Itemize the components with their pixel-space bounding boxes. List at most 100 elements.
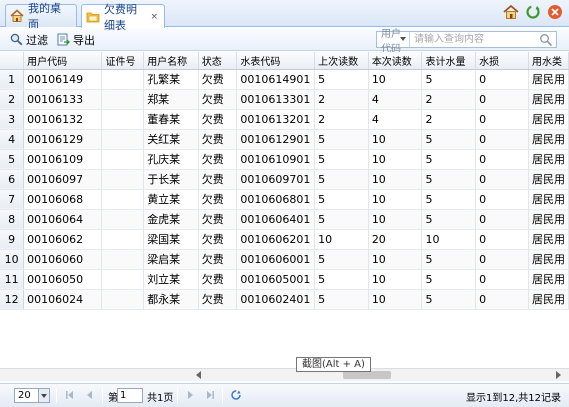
- refresh-icon[interactable]: [230, 389, 242, 401]
- table-cell: 欠费: [198, 269, 238, 290]
- record-info: 显示1到12,共12记录: [466, 393, 561, 404]
- page-total: 共1页: [147, 393, 174, 404]
- first-page-icon[interactable]: [65, 390, 75, 400]
- table-cell: 0: [475, 289, 530, 310]
- filter-label: 过滤: [26, 33, 48, 47]
- data-grid: 用户代码 证件号 用户名称 状态 水表代码 上次读数 本次读数 表计水量 水损 用水类 1 0010…: [0, 52, 569, 368]
- table-cell: [101, 269, 145, 290]
- column-header[interactable]: 本次读数: [368, 52, 423, 70]
- table-cell: 欠费: [198, 149, 238, 170]
- table-row[interactable]: 9 00106062 梁国某 欠费 0010606201 10 20 10 0 居民用: [0, 229, 569, 250]
- table-cell: [101, 129, 145, 150]
- column-header[interactable]: 水损: [475, 52, 530, 70]
- table-cell: 0: [475, 249, 530, 270]
- table-cell: 欠费: [198, 289, 238, 310]
- table-cell: 00106109: [23, 149, 103, 170]
- table-cell: 董春某: [143, 109, 199, 130]
- table-cell: 欠费: [198, 129, 238, 150]
- filter-button[interactable]: 过滤: [10, 31, 48, 48]
- table-cell: 欠费: [198, 109, 238, 130]
- search-icon[interactable]: [539, 33, 553, 47]
- column-header[interactable]: 状态: [198, 52, 238, 70]
- table-cell: 00106097: [23, 169, 103, 190]
- table-cell: 郑某: [143, 89, 199, 110]
- table-row[interactable]: 1 00106149 孔繁某 欠费 0010614901 5 10 5 0 居民用: [0, 69, 569, 90]
- table-cell: 4: [368, 109, 423, 130]
- horizontal-scrollbar[interactable]: [0, 368, 569, 381]
- column-header[interactable]: 用户代码: [23, 52, 103, 70]
- page-size-select[interactable]: 20: [14, 388, 50, 403]
- table-cell: 5: [421, 69, 477, 90]
- search-field-select[interactable]: 用户代码: [377, 29, 410, 55]
- table-cell: 4: [368, 89, 423, 110]
- row-number: 4: [0, 129, 25, 150]
- table-row[interactable]: 6 00106097 于长某 欠费 0010609701 5 10 5 0 居民用: [0, 169, 569, 190]
- table-cell: 0: [475, 209, 530, 230]
- table-row[interactable]: 7 00106068 黄立某 欠费 0010606801 5 10 5 0 居民用: [0, 189, 569, 210]
- scrollbar-thumb[interactable]: [343, 371, 391, 379]
- table-cell: 欠费: [198, 89, 238, 110]
- table-cell: 00106062: [23, 229, 103, 250]
- next-page-icon[interactable]: [185, 390, 195, 400]
- refresh-icon[interactable]: [525, 4, 541, 20]
- tab-arrears-detail[interactable]: 欠费明细表 ×: [81, 3, 165, 32]
- table-row[interactable]: 10 00106060 梁启某 欠费 0010606001 5 10 5 0 居民用: [0, 249, 569, 270]
- table-row[interactable]: 12 00106024 都永某 欠费 0010602401 5 10 5 0 居民用: [0, 289, 569, 310]
- table-cell: 5: [314, 249, 369, 270]
- table-row[interactable]: 3 00106132 董春某 欠费 0010613201 2 4 2 0 居民用: [0, 109, 569, 130]
- row-number: 6: [0, 169, 25, 190]
- table-cell: 居民用: [528, 149, 569, 170]
- close-window-icon[interactable]: [547, 4, 563, 20]
- table-cell: 5: [314, 209, 369, 230]
- home-icon: [10, 9, 24, 23]
- column-header[interactable]: 用水类: [528, 52, 569, 70]
- scroll-right-arrow-icon[interactable]: [556, 371, 561, 379]
- table-cell: 5: [421, 249, 477, 270]
- table-cell: 00106064: [23, 209, 103, 230]
- table-row[interactable]: 8 00106064 金虎某 欠费 0010606401 5 10 5 0 居民用: [0, 209, 569, 230]
- table-cell: 欠费: [198, 209, 238, 230]
- table-row[interactable]: 11 00106050 刘立某 欠费 0010605001 5 10 5 0 居民用: [0, 269, 569, 290]
- scroll-left-arrow-icon[interactable]: [196, 371, 201, 379]
- table-cell: 0: [475, 69, 530, 90]
- table-row[interactable]: 4 00106129 关红某 欠费 0010612901 5 10 5 0 居民用: [0, 129, 569, 150]
- table-cell: 孔庆某: [143, 149, 199, 170]
- prev-page-icon[interactable]: [85, 390, 95, 400]
- table-cell: 0010605001: [236, 269, 316, 290]
- table-cell: 0: [475, 149, 530, 170]
- table-cell: 0010602401: [236, 289, 316, 310]
- table-cell: 10: [421, 229, 477, 250]
- export-icon: [57, 33, 70, 46]
- page-size-value: 20: [18, 390, 31, 401]
- table-cell: [101, 149, 145, 170]
- table-cell: [101, 289, 145, 310]
- table-cell: [101, 169, 145, 190]
- export-button[interactable]: 导出: [57, 31, 95, 48]
- separator: [222, 388, 223, 403]
- chevron-down-icon: [400, 37, 406, 41]
- column-header[interactable]: 证件号: [101, 52, 145, 70]
- column-header[interactable]: 用户名称: [143, 52, 199, 70]
- table-row[interactable]: 5 00106109 孔庆某 欠费 0010610901 5 10 5 0 居民用: [0, 149, 569, 170]
- table-cell: 欠费: [198, 69, 238, 90]
- table-cell: [101, 229, 145, 250]
- column-header[interactable]: 水表代码: [236, 52, 316, 70]
- table-cell: 20: [368, 229, 423, 250]
- table-cell: 00106133: [23, 89, 103, 110]
- last-page-icon[interactable]: [205, 390, 215, 400]
- table-cell: 5: [314, 269, 369, 290]
- column-header[interactable]: 表计水量: [421, 52, 477, 70]
- table-cell: 居民用: [528, 209, 569, 230]
- table-cell: 10: [368, 169, 423, 190]
- home-icon[interactable]: [503, 4, 519, 20]
- tab-my-desktop[interactable]: 我的桌面: [5, 2, 77, 31]
- search-input[interactable]: [410, 32, 539, 47]
- row-number-header[interactable]: [0, 52, 25, 70]
- table-row[interactable]: 2 00106133 郑某 欠费 0010613301 2 4 2 0 居民用: [0, 89, 569, 110]
- screenshot-tooltip: 截图(Alt + A): [296, 357, 371, 372]
- table-cell: 关红某: [143, 129, 199, 150]
- page-number-input[interactable]: 1: [117, 388, 143, 403]
- close-icon[interactable]: ×: [150, 12, 158, 22]
- column-header[interactable]: 上次读数: [314, 52, 369, 70]
- table-cell: 居民用: [528, 229, 569, 250]
